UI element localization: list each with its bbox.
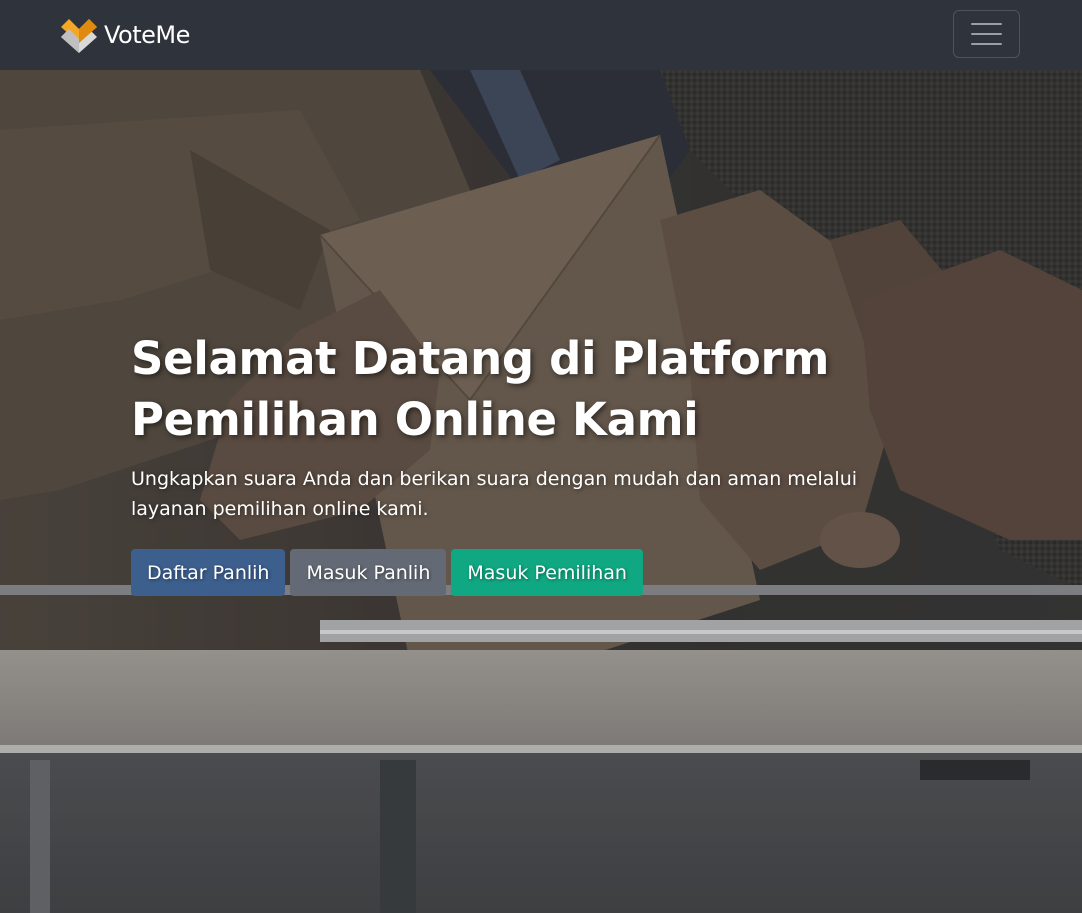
brand-name: VoteMe — [104, 21, 190, 49]
voteme-logo-icon — [61, 19, 97, 53]
hamburger-menu-icon — [971, 33, 1002, 35]
masuk-panlih-button[interactable]: Masuk Panlih — [290, 549, 447, 596]
hero-button-group: Daftar Panlih Masuk Panlih Masuk Pemilih… — [131, 549, 931, 596]
navbar: VoteMe — [0, 0, 1082, 70]
hero-title: Selamat Datang di Platform Pemilihan Onl… — [131, 332, 830, 446]
hero-section: Selamat Datang di Platform Pemilihan Onl… — [0, 70, 1082, 913]
hero-subtitle: Ungkapkan suara Anda dan berikan suara d… — [131, 468, 858, 520]
navbar-toggle-button[interactable] — [953, 10, 1020, 58]
brand-link[interactable]: VoteMe — [59, 15, 190, 55]
hamburger-menu-icon — [971, 23, 1002, 25]
masuk-pemilihan-button[interactable]: Masuk Pemilihan — [451, 549, 643, 596]
hamburger-menu-icon — [971, 43, 1002, 45]
hero-content: Selamat Datang di Platform Pemilihan Onl… — [131, 328, 931, 596]
daftar-panlih-button[interactable]: Daftar Panlih — [131, 549, 286, 596]
